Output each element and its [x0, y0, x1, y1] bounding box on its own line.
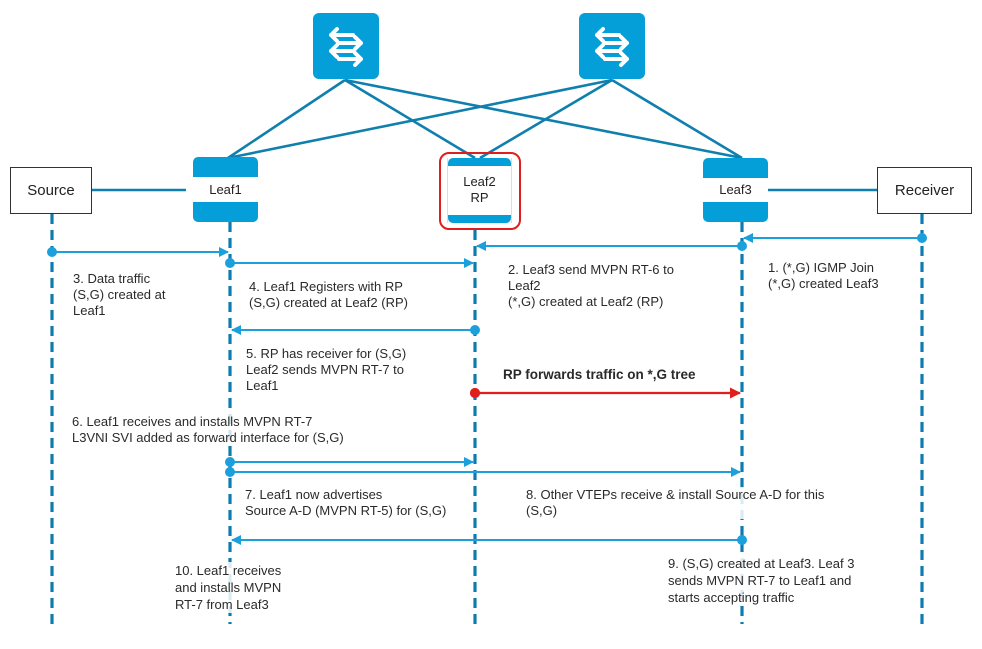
leaf2-rp-switch: Leaf2 RP: [447, 158, 512, 223]
leaf2-label: Leaf2 RP: [463, 174, 496, 205]
note-step-10: 10. Leaf1 receives and installs MVPN RT-…: [175, 562, 282, 613]
arrow-rp-forward-origin-dot: [469, 387, 481, 399]
leaf-bottom-band: [703, 202, 768, 222]
arrow-step9-origin-dot: [737, 535, 747, 545]
arrow-step1-origin-dot: [917, 233, 927, 243]
note-step-7: 7. Leaf1 now advertises Source A-D (MVPN…: [245, 487, 447, 518]
receiver-label: Receiver: [894, 182, 955, 199]
receiver-host: Receiver: [877, 167, 972, 214]
note-step-6: 6. Leaf1 receives and installs MVPN RT-7…: [72, 414, 344, 446]
leaf-top-band: [448, 158, 511, 166]
switch-arrows-icon: [329, 27, 363, 67]
spine-switch-1: [313, 13, 379, 79]
arrow-step3-origin-dot: [47, 247, 57, 257]
note-step-2: 2. Leaf3 send MVPN RT-6 to Leaf2 (*,G) c…: [508, 262, 674, 310]
note-step-5: 5. RP has receiver for (S,G) Leaf2 sends…: [246, 346, 407, 393]
arrow-step7-origin-dot: [225, 457, 235, 467]
leaf3-switch: Leaf3: [703, 158, 768, 222]
note-step-4: 4. Leaf1 Registers with RP (S,G) created…: [249, 279, 408, 310]
leaf1-label: Leaf1: [209, 182, 242, 197]
source-label: Source: [27, 182, 75, 199]
leaf-top-band: [703, 158, 768, 178]
source-host: Source: [10, 167, 92, 214]
multicast-sequence-diagram: Leaf1 Leaf2 RP Leaf3 Source Receiver 1. …: [0, 0, 982, 649]
note-step-8: 8. Other VTEPs receive & install Source …: [526, 487, 825, 519]
diagram-canvas: [47, 78, 927, 624]
arrow-step8-origin-dot: [225, 467, 235, 477]
leaf1-switch: Leaf1: [193, 157, 258, 222]
note-rp-forwarding: RP forwards traffic on *,G tree: [503, 367, 696, 382]
note-step-1: 1. (*,G) IGMP Join (*,G) created Leaf3: [768, 260, 879, 292]
note-step-3: 3. Data traffic (S,G) created at Leaf1: [73, 271, 166, 318]
leaf-bottom-band: [448, 215, 511, 223]
spine-switch-2: [579, 13, 645, 79]
note-step-9: 9. (S,G) created at Leaf3. Leaf 3 sends …: [668, 555, 855, 606]
arrow-step2-origin-dot: [737, 241, 747, 251]
leaf-bottom-band: [193, 202, 258, 222]
leaf-top-band: [193, 157, 258, 177]
link-spine2-leaf2: [479, 78, 613, 160]
arrow-step4-origin-dot: [225, 258, 235, 268]
switch-arrows-icon: [595, 27, 629, 67]
leaf3-label: Leaf3: [719, 182, 752, 197]
arrow-step5-origin-dot: [470, 325, 480, 335]
